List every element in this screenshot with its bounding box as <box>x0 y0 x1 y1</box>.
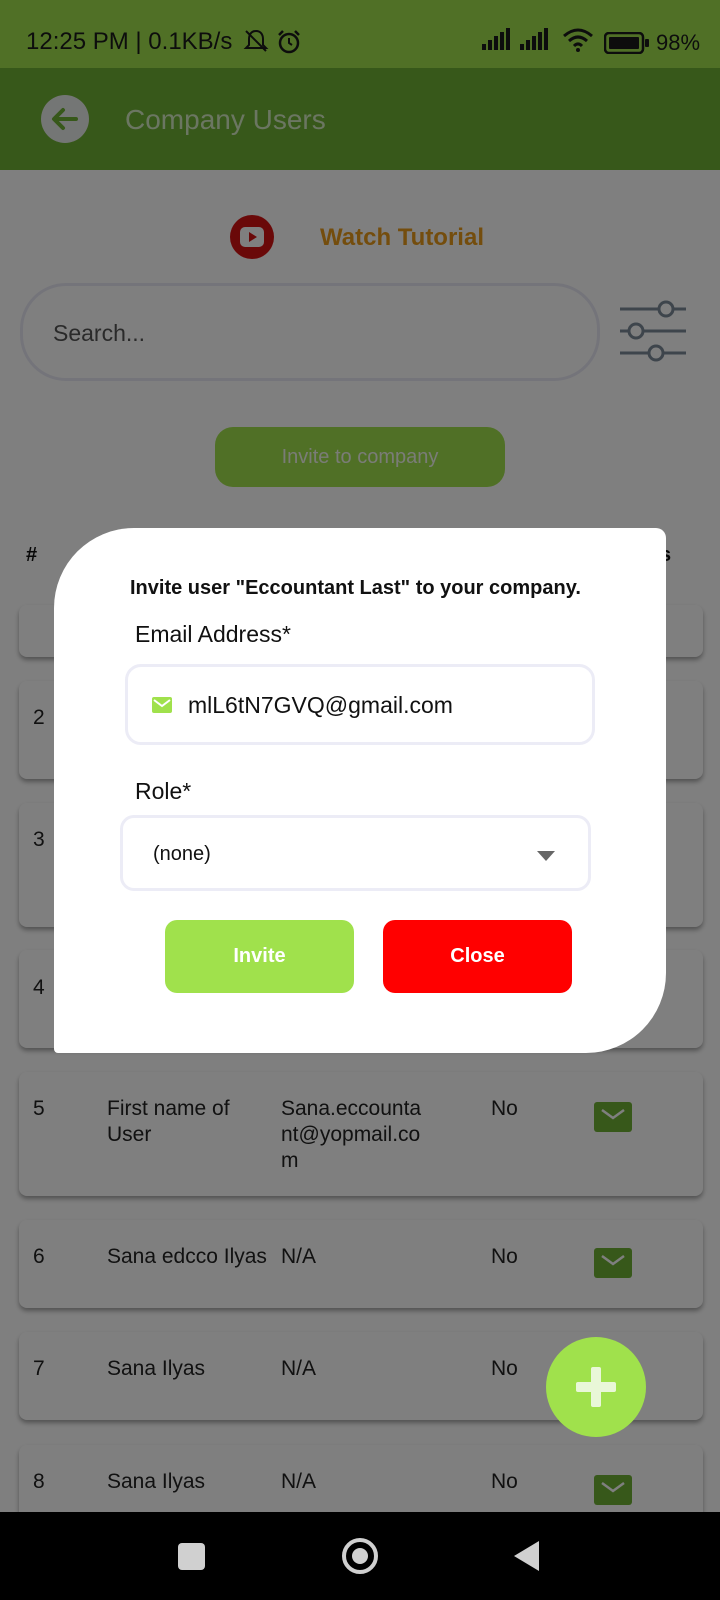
close-button[interactable]: Close <box>383 920 572 993</box>
invite-button[interactable]: Invite <box>165 920 354 993</box>
email-value: mlL6tN7GVQ@gmail.com <box>188 692 453 718</box>
role-value: (none) <box>153 843 211 865</box>
chevron-down-icon <box>537 851 555 861</box>
add-user-button[interactable] <box>546 1337 646 1437</box>
home-icon[interactable] <box>342 1538 378 1574</box>
email-field[interactable]: mlL6tN7GVQ@gmail.com <box>125 664 595 745</box>
recent-apps-icon[interactable] <box>178 1543 205 1570</box>
mail-icon <box>152 697 172 713</box>
email-label: Email Address* <box>135 621 291 647</box>
dialog-title: Invite user "Eccountant Last" to your co… <box>130 577 581 599</box>
back-nav-icon[interactable] <box>514 1541 539 1571</box>
role-select[interactable]: (none) <box>120 815 591 891</box>
role-label: Role* <box>135 778 192 804</box>
